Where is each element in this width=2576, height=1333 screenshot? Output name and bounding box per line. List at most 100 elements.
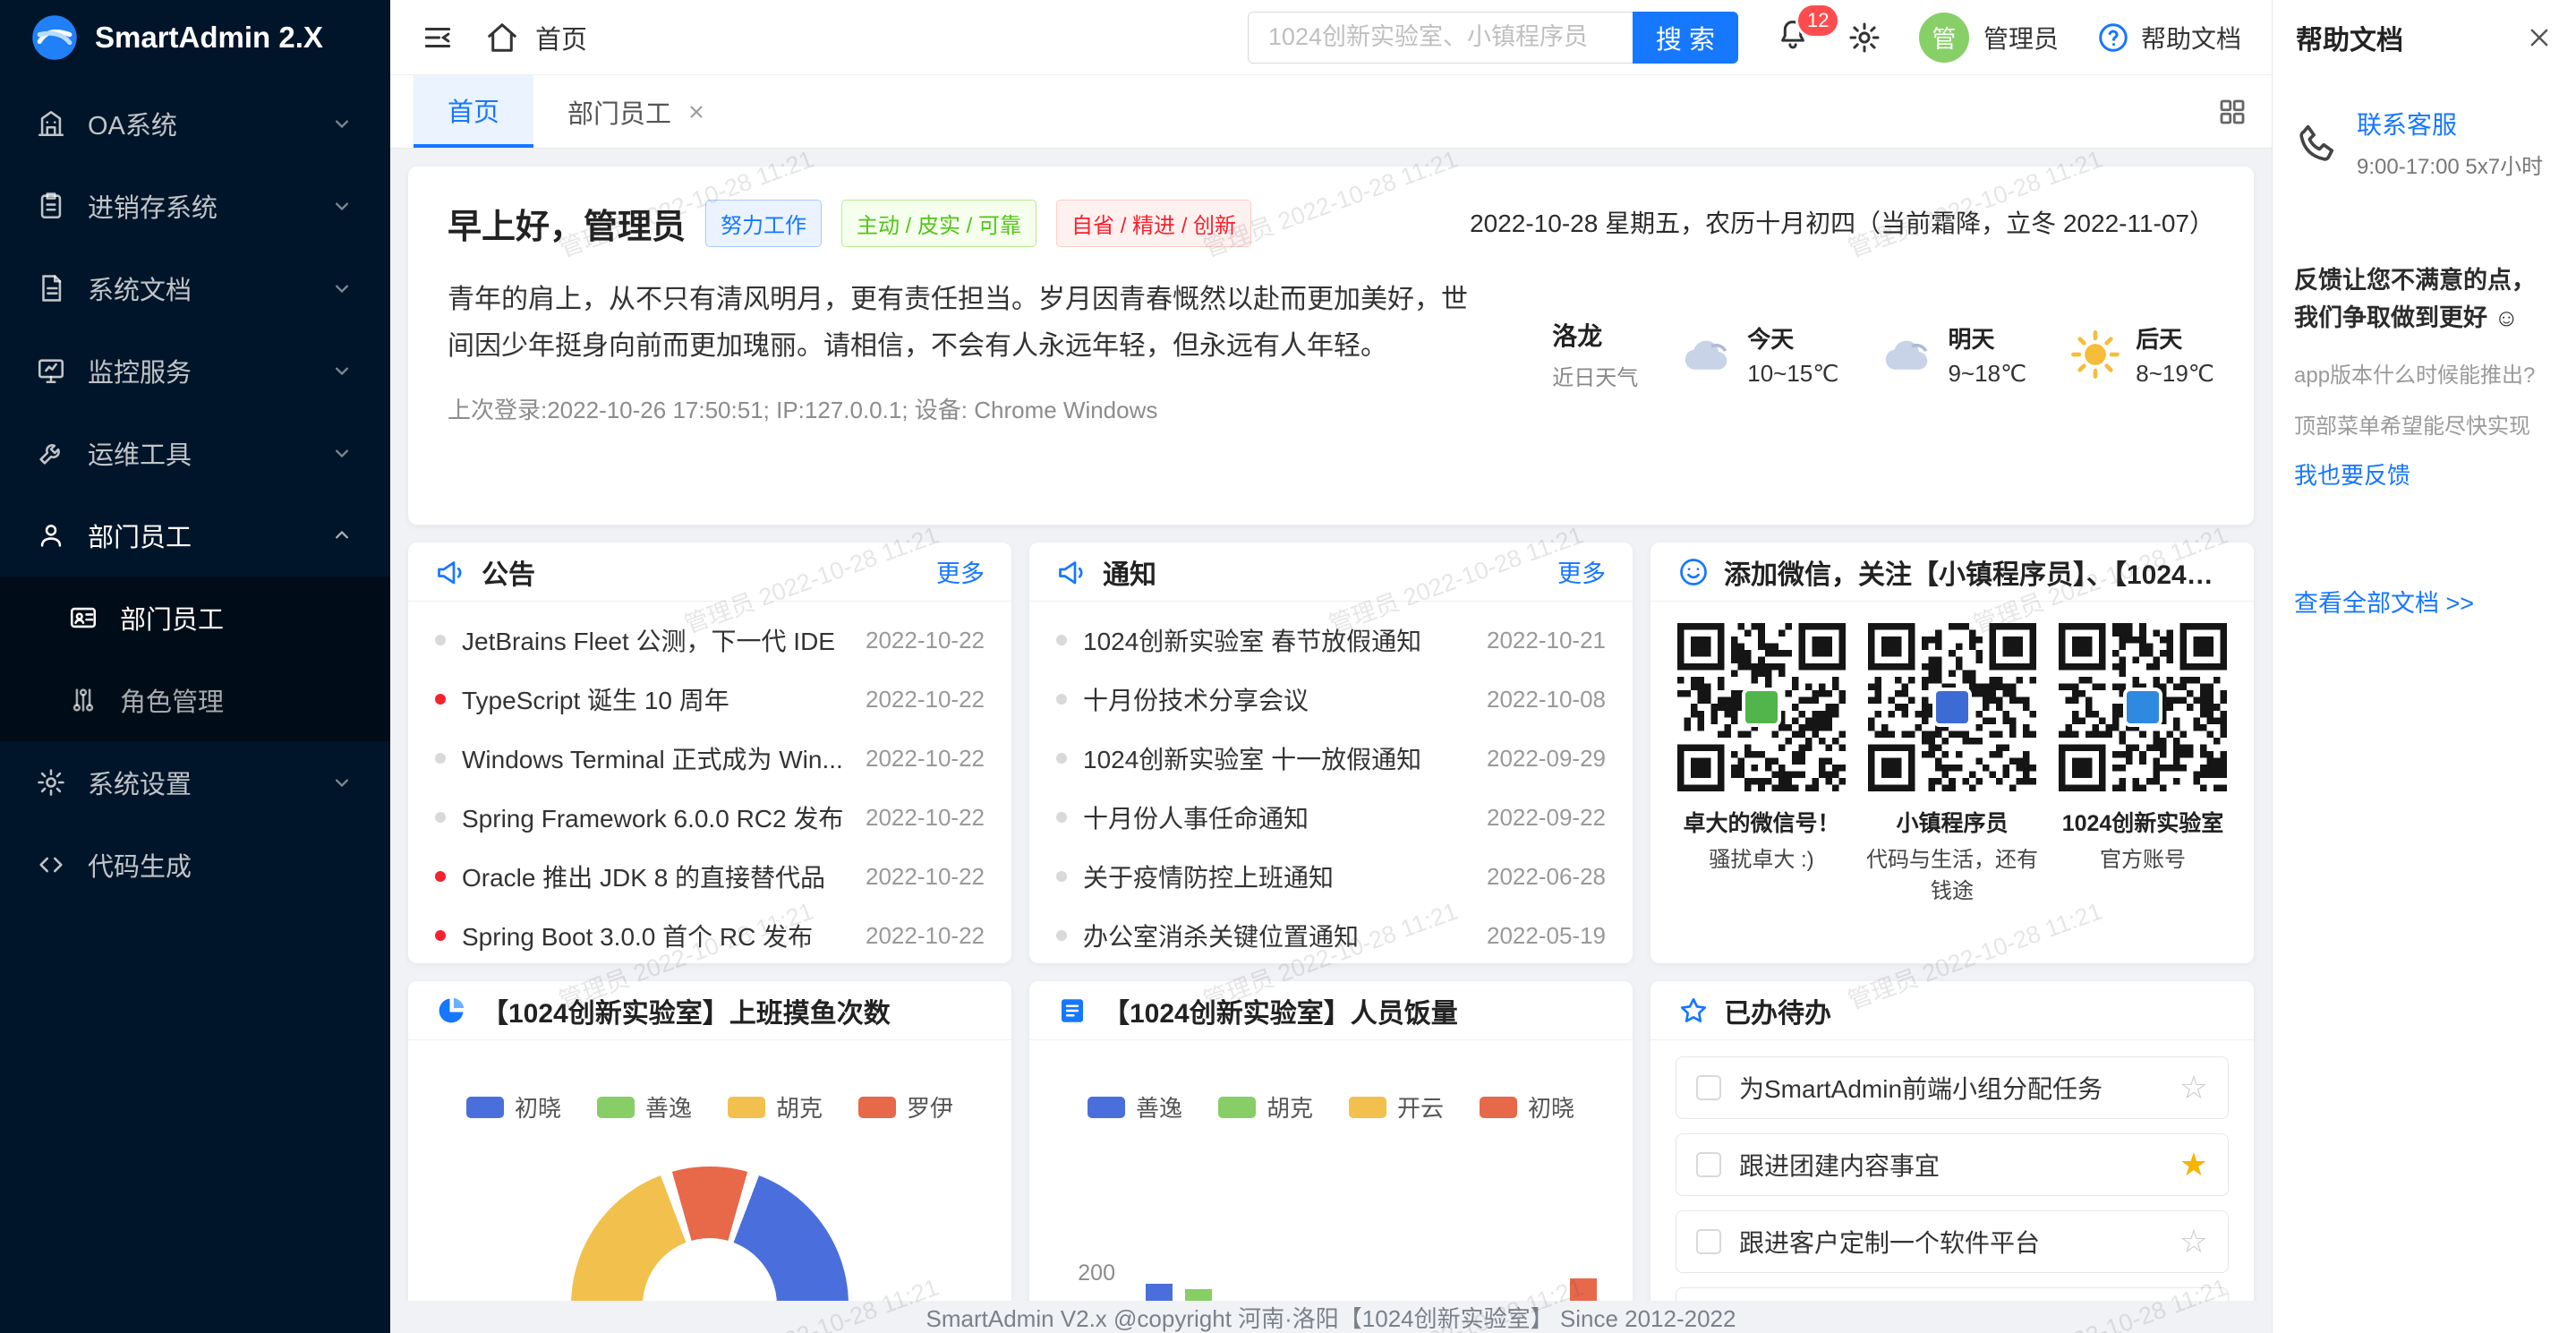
search-button-label: 搜 索	[1656, 26, 1715, 55]
sidebar-subitem-dept-employee[interactable]: 部门员工	[0, 577, 390, 659]
list-item[interactable]: Oracle 推出 JDK 8 的直接替代品2022-10-22	[435, 847, 985, 906]
todo-item[interactable]: 跟进团建内容事宜 ★	[1676, 1133, 2229, 1196]
weather-caption: 近日天气	[1552, 360, 1638, 391]
sidebar-item-codegen[interactable]: 代码生成	[0, 824, 390, 906]
settings-gear-icon[interactable]	[1847, 21, 1881, 55]
card-title: 已办待办	[1724, 991, 1831, 1030]
sidebar-item-label: 代码生成	[88, 846, 192, 884]
list-item[interactable]: 十月份技术分享会议2022-10-08	[1056, 670, 1606, 729]
user-menu[interactable]: 管 管理员	[1919, 13, 2059, 63]
bullet-dot	[1056, 694, 1067, 705]
qr-row: 卓大的微信号！ 骚扰卓大 :) 小镇程序员 代码与生活，还有钱途 1024创新实…	[1651, 602, 2254, 908]
star-icon[interactable]: ☆	[2179, 1226, 2208, 1258]
legend-entry: 胡克	[1218, 1090, 1313, 1124]
tab-label: 部门员工	[567, 93, 671, 131]
search-button[interactable]: 搜 索	[1633, 12, 1738, 64]
feedback-link[interactable]: 我也要反馈	[2294, 457, 2555, 491]
notice-list: 1024创新实验室 春节放假通知2022-10-21 十月份技术分享会议2022…	[1029, 602, 1633, 963]
role-icon	[68, 685, 98, 715]
app-root: SmartAdmin 2.X OA系统 进销存系统 系统文档 监控服务	[0, 0, 2576, 1333]
tab-dept-employee[interactable]: 部门员工	[533, 75, 741, 148]
list-item[interactable]: 1024创新实验室 十一放假通知2022-09-29	[1056, 729, 1606, 788]
tab-bar: 首页 部门员工	[390, 75, 2272, 149]
todo-checkbox[interactable]	[1696, 1075, 1721, 1100]
bullet-dot	[1056, 812, 1067, 823]
sidebar-item-inventory[interactable]: 进销存系统	[0, 165, 390, 247]
feedback-heading: 反馈让您不满意的点，我们争取做到更好 ☺	[2294, 262, 2555, 338]
legend-entry: 罗伊	[858, 1090, 953, 1124]
view-all-docs-link[interactable]: 查看全部文档 >>	[2294, 584, 2555, 619]
sidebar-submenu: 部门员工 角色管理	[0, 577, 390, 741]
feedback-item: 顶部菜单希望能尽快实现	[2294, 408, 2555, 440]
smiley-icon	[1677, 556, 1710, 588]
sidebar-item-label: 进销存系统	[88, 187, 218, 225]
sidebar-item-docs[interactable]: 系统文档	[0, 247, 390, 329]
page-content: 早上好，管理员 努力工作 主动 / 皮实 / 可靠 自省 / 精进 / 创新 2…	[390, 149, 2272, 1333]
list-item[interactable]: Spring Boot 3.0.0 首个 RC 发布2022-10-22	[435, 906, 985, 963]
breadcrumb[interactable]: 首页	[485, 19, 587, 56]
qr-code-image	[1677, 623, 1846, 791]
close-tab-icon[interactable]	[686, 101, 707, 123]
list-item[interactable]: 1024创新实验室 春节放假通知2022-10-21	[1056, 611, 1606, 670]
help-docs-label: 帮助文档	[2141, 20, 2241, 56]
list-item[interactable]: Windows Terminal 正式成为 Win...2022-10-22	[435, 729, 985, 788]
id-card-icon	[68, 602, 98, 633]
weather-location-name: 洛龙	[1552, 317, 1638, 353]
tab-home[interactable]: 首页	[414, 75, 533, 148]
qr-center-logo	[2123, 688, 2162, 727]
todo-checkbox[interactable]	[1696, 1229, 1721, 1254]
sidebar-item-monitor[interactable]: 监控服务	[0, 329, 390, 412]
more-link[interactable]: 更多	[936, 554, 985, 589]
qr-center-logo	[1742, 688, 1781, 727]
bullet-dot	[1056, 635, 1067, 645]
feedback-item: app版本什么时候能推出?	[2294, 357, 2555, 389]
user-name: 管理员	[1983, 20, 2059, 56]
collapse-sidebar-icon[interactable]	[421, 21, 455, 55]
layout-grid-icon[interactable]	[2216, 96, 2248, 128]
logo[interactable]: SmartAdmin 2.X	[0, 0, 390, 75]
sidebar-item-label: 系统设置	[88, 764, 192, 801]
legend-entry: 善逸	[1088, 1090, 1182, 1124]
todo-item[interactable]: 跟进客户定制一个软件平台 ☆	[1676, 1210, 2229, 1273]
star-filled-icon[interactable]: ★	[2179, 1149, 2208, 1181]
more-link[interactable]: 更多	[1557, 554, 1606, 589]
notices-card: 通知 更多 1024创新实验室 春节放假通知2022-10-21 十月份技术分享…	[1029, 543, 1633, 963]
close-panel-icon[interactable]	[2526, 24, 2553, 51]
list-item[interactable]: 办公室消杀关键位置通知2022-05-19	[1056, 906, 1606, 963]
list-item[interactable]: TypeScript 诞生 10 周年2022-10-22	[435, 670, 985, 729]
bullet-dot	[435, 871, 446, 882]
qr-title: 1024创新实验室	[2053, 806, 2232, 838]
sidebar-item-settings[interactable]: 系统设置	[0, 741, 390, 824]
weather-day: 后天8~19℃	[2068, 321, 2214, 388]
weather-day-label: 后天	[2136, 321, 2214, 355]
bullet-dot	[435, 753, 446, 764]
notifications-button[interactable]: 12	[1776, 17, 1810, 57]
qr-block: 卓大的微信号！ 骚扰卓大 :)	[1672, 623, 1851, 908]
list-item[interactable]: 关于疫情防控上班通知2022-06-28	[1056, 847, 1606, 906]
bullet-dot	[435, 694, 446, 705]
help-docs-button[interactable]: 帮助文档	[2096, 20, 2241, 56]
list-item[interactable]: 十月份人事任命通知2022-09-22	[1056, 788, 1606, 847]
contact-support-link[interactable]: 联系客服 9:00-17:00 5x7小时	[2294, 106, 2555, 180]
todo-checkbox[interactable]	[1696, 1152, 1721, 1177]
sidebar-item-dept-employee[interactable]: 部门员工	[0, 494, 390, 577]
weather-day-label: 明天	[1948, 321, 2026, 355]
search-input[interactable]	[1248, 12, 1633, 64]
legend-entry: 初晓	[466, 1090, 561, 1124]
sidebar-item-ops-tools[interactable]: 运维工具	[0, 412, 390, 494]
list-item[interactable]: Spring Framework 6.0.0 RC2 发布2022-10-22	[435, 788, 985, 847]
card-title: 公告	[482, 552, 535, 592]
announcements-card: 公告 更多 JetBrains Fleet 公测，下一代 IDE2022-10-…	[408, 543, 1011, 963]
qr-subtitle: 官方账号	[2053, 845, 2232, 876]
list-item[interactable]: JetBrains Fleet 公测，下一代 IDE2022-10-22	[435, 611, 985, 670]
sidebar-item-oa-system[interactable]: OA系统	[0, 82, 390, 165]
sidebar-subitem-role-mgmt[interactable]: 角色管理	[0, 659, 390, 741]
star-icon	[1677, 995, 1710, 1027]
sidebar-item-label: 系统文档	[88, 269, 192, 307]
chevron-down-icon	[329, 770, 354, 795]
sunny-icon	[2068, 327, 2123, 382]
star-icon[interactable]: ☆	[2179, 1072, 2208, 1104]
pie-legend: 初晓 善逸 胡克 罗伊	[408, 1090, 1011, 1124]
announcement-list: JetBrains Fleet 公测，下一代 IDE2022-10-22 Typ…	[408, 602, 1011, 963]
todo-item[interactable]: 为SmartAdmin前端小组分配任务 ☆	[1676, 1056, 2229, 1119]
